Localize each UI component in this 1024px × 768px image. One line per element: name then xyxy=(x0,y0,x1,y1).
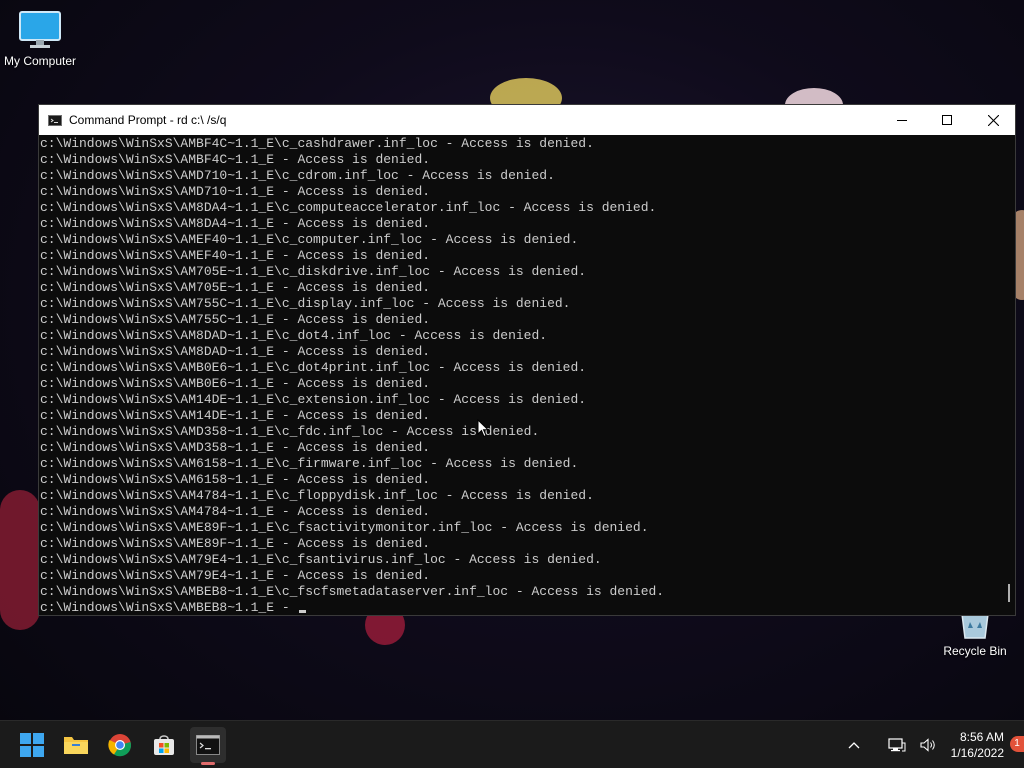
start-button[interactable] xyxy=(14,727,50,763)
console-line: c:\Windows\WinSxS\AM79E4~1.1_E\c_fsantiv… xyxy=(40,552,602,567)
console-line: c:\Windows\WinSxS\AMD710~1.1_E - Access … xyxy=(40,184,431,199)
windows-logo-icon xyxy=(20,733,44,757)
network-icon xyxy=(888,738,906,752)
terminal-button[interactable] xyxy=(190,727,226,765)
network-button[interactable] xyxy=(887,727,907,763)
scrollbar-thumb[interactable] xyxy=(1008,584,1010,602)
console-line: c:\Windows\WinSxS\AMBEB8~1.1_E\c_fscfsme… xyxy=(40,584,665,599)
console-line: c:\Windows\WinSxS\AM79E4~1.1_E - Access … xyxy=(40,568,431,583)
console-line: c:\Windows\WinSxS\AM4784~1.1_E\c_floppyd… xyxy=(40,488,594,503)
taskbar: 8:56 AM 1/16/2022 xyxy=(0,720,1024,768)
console-current-line: c:\Windows\WinSxS\AMBEB8~1.1_E - xyxy=(40,600,1003,615)
command-prompt-window[interactable]: Command Prompt - rd c:\ /s/q c:\Windows\… xyxy=(38,104,1016,616)
window-titlebar[interactable]: Command Prompt - rd c:\ /s/q xyxy=(39,105,1015,135)
clock-time: 8:56 AM xyxy=(959,730,1004,744)
recycle-bin-icon xyxy=(961,613,989,639)
maximize-button[interactable] xyxy=(924,105,970,135)
console-line: c:\Windows\WinSxS\AMBF4C~1.1_E\c_cashdra… xyxy=(40,136,594,151)
console-output[interactable]: c:\Windows\WinSxS\AMBF4C~1.1_E\c_cashdra… xyxy=(39,136,1003,615)
console-current-line-text: c:\Windows\WinSxS\AMBEB8~1.1_E - xyxy=(40,600,298,615)
console-line: c:\Windows\WinSxS\AME89F~1.1_E - Access … xyxy=(40,536,431,551)
console-line: c:\Windows\WinSxS\AMB0E6~1.1_E\c_dot4pri… xyxy=(40,360,587,375)
console-line: c:\Windows\WinSxS\AM755C~1.1_E\c_display… xyxy=(40,296,571,311)
console-line: c:\Windows\WinSxS\AM8DA4~1.1_E\c_compute… xyxy=(40,200,657,215)
close-icon xyxy=(987,114,999,126)
console-line: c:\Windows\WinSxS\AM8DA4~1.1_E - Access … xyxy=(40,216,431,231)
console-scrollbar[interactable] xyxy=(1003,136,1015,615)
volume-button[interactable] xyxy=(918,727,938,763)
notification-badge[interactable]: 1 xyxy=(1010,736,1024,752)
console-line: c:\Windows\WinSxS\AM14DE~1.1_E - Access … xyxy=(40,408,431,423)
console-line: c:\Windows\WinSxS\AMBF4C~1.1_E - Access … xyxy=(40,152,431,167)
wallpaper-blob-red xyxy=(0,490,40,630)
console-line: c:\Windows\WinSxS\AMD358~1.1_E\c_fdc.inf… xyxy=(40,424,540,439)
desktop-icon-label: Recycle Bin xyxy=(943,644,1007,658)
active-app-indicator xyxy=(201,762,215,765)
console-line: c:\Windows\WinSxS\AM8DAD~1.1_E\c_dot4.in… xyxy=(40,328,548,343)
chrome-icon xyxy=(108,734,132,757)
console-line: c:\Windows\WinSxS\AMB0E6~1.1_E - Access … xyxy=(40,376,431,391)
cmd-icon xyxy=(48,114,62,126)
file-explorer-button[interactable] xyxy=(58,727,94,763)
console-line: c:\Windows\WinSxS\AMD358~1.1_E - Access … xyxy=(40,440,431,455)
taskbar-clock[interactable]: 8:56 AM 1/16/2022 xyxy=(951,729,1004,761)
desktop-icon-label: My Computer xyxy=(3,54,77,68)
console-line: c:\Windows\WinSxS\AM6158~1.1_E\c_firmwar… xyxy=(40,456,579,471)
store-button[interactable] xyxy=(146,727,182,763)
chrome-button[interactable] xyxy=(102,727,138,763)
console-line: c:\Windows\WinSxS\AME89F~1.1_E\c_fsactiv… xyxy=(40,520,649,535)
desktop-icon-my-computer[interactable]: My Computer xyxy=(2,10,78,68)
console-line: c:\Windows\WinSxS\AM8DAD~1.1_E - Access … xyxy=(40,344,431,359)
window-title: Command Prompt - rd c:\ /s/q xyxy=(69,113,227,127)
clock-date: 1/16/2022 xyxy=(950,746,1004,760)
minimize-icon xyxy=(897,120,907,121)
mouse-pointer-icon xyxy=(477,419,489,438)
text-cursor xyxy=(299,610,307,613)
chevron-up-icon xyxy=(848,742,860,749)
console-line: c:\Windows\WinSxS\AMD710~1.1_E\c_cdrom.i… xyxy=(40,168,555,183)
console-line: c:\Windows\WinSxS\AMEF40~1.1_E\c_compute… xyxy=(40,232,579,247)
console-line: c:\Windows\WinSxS\AM6158~1.1_E - Access … xyxy=(40,472,431,487)
show-hidden-icons-button[interactable] xyxy=(836,727,872,763)
console-line: c:\Windows\WinSxS\AM4784~1.1_E - Access … xyxy=(40,504,431,519)
desktop-icon-recycle-bin[interactable]: Recycle Bin xyxy=(938,612,1012,658)
console-line: c:\Windows\WinSxS\AMEF40~1.1_E - Access … xyxy=(40,248,431,263)
minimize-button[interactable] xyxy=(879,105,925,135)
folder-icon xyxy=(64,737,88,754)
close-button[interactable] xyxy=(970,105,1016,135)
cmd-icon xyxy=(196,735,220,755)
store-icon xyxy=(154,735,174,755)
console-line: c:\Windows\WinSxS\AM755C~1.1_E - Access … xyxy=(40,312,431,327)
monitor-icon xyxy=(19,11,61,48)
console-line: c:\Windows\WinSxS\AM705E~1.1_E - Access … xyxy=(40,280,431,295)
speaker-icon xyxy=(920,738,935,752)
console-line: c:\Windows\WinSxS\AM705E~1.1_E\c_diskdri… xyxy=(40,264,587,279)
maximize-icon xyxy=(942,115,952,125)
console-line: c:\Windows\WinSxS\AM14DE~1.1_E\c_extensi… xyxy=(40,392,587,407)
